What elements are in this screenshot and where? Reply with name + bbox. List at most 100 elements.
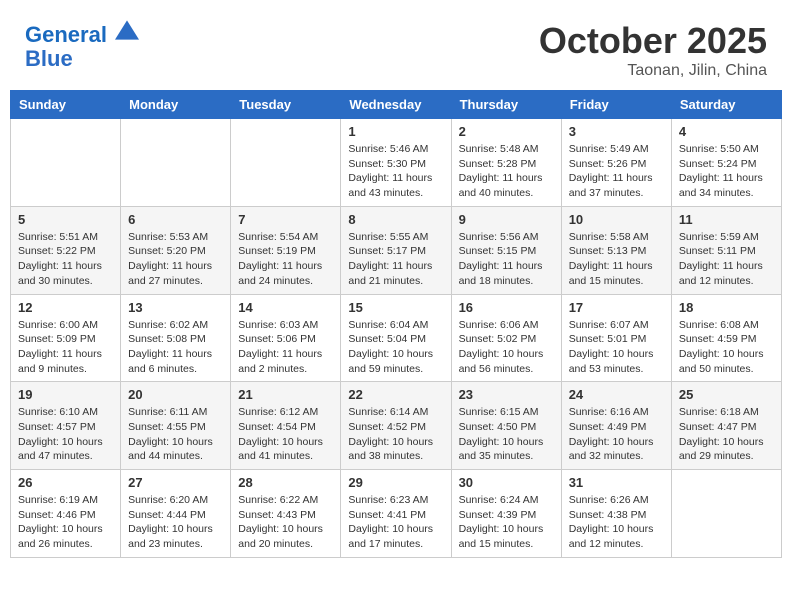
logo: General Blue <box>25 20 139 71</box>
calendar-cell: 8Sunrise: 5:55 AM Sunset: 5:17 PM Daylig… <box>341 206 451 294</box>
weekday-header-saturday: Saturday <box>671 91 781 119</box>
calendar-cell: 9 Sunrise: 5:56 AM Sunset: 5:15 PM Daylig… <box>451 206 561 294</box>
weekday-header-friday: Friday <box>561 91 671 119</box>
calendar-cell: 16Sunrise: 6:06 AM Sunset: 5:02 PM Dayli… <box>451 294 561 382</box>
day-number: 19 <box>18 387 113 402</box>
day-info: Sunrise: 6:14 AM Sunset: 4:52 PM Dayligh… <box>348 405 443 464</box>
day-number: 7 <box>238 212 333 227</box>
calendar-cell <box>231 119 341 207</box>
day-number: 24 <box>569 387 664 402</box>
month-title: October 2025 <box>539 20 767 62</box>
calendar-cell: 11Sunrise: 5:59 AM Sunset: 5:11 PM Dayli… <box>671 206 781 294</box>
day-info: Sunrise: 5:48 AM Sunset: 5:28 PM Dayligh… <box>459 142 554 201</box>
day-number: 16 <box>459 300 554 315</box>
calendar-table: SundayMondayTuesdayWednesdayThursdayFrid… <box>10 90 782 558</box>
day-info: Sunrise: 6:16 AM Sunset: 4:49 PM Dayligh… <box>569 405 664 464</box>
day-number: 18 <box>679 300 774 315</box>
day-number: 27 <box>128 475 223 490</box>
calendar-cell: 19 Sunrise: 6:10 AM Sunset: 4:57 PM Dayli… <box>11 382 121 470</box>
day-info: Sunrise: 6:08 AM Sunset: 4:59 PM Dayligh… <box>679 318 774 377</box>
weekday-header-sunday: Sunday <box>11 91 121 119</box>
day-number: 4 <box>679 124 774 139</box>
calendar-cell: 28 Sunrise: 6:22 AM Sunset: 4:43 PM Dayli… <box>231 470 341 558</box>
logo-general: General <box>25 22 107 47</box>
calendar-cell: 24 Sunrise: 6:16 AM Sunset: 4:49 PM Dayli… <box>561 382 671 470</box>
day-info: Sunrise: 6:20 AM Sunset: 4:44 PM Dayligh… <box>128 493 223 552</box>
calendar-week-3: 12 Sunrise: 6:00 AM Sunset: 5:09 PM Dayli… <box>11 294 782 382</box>
day-info: Sunrise: 5:56 AM Sunset: 5:15 PM Dayligh… <box>459 230 554 289</box>
calendar-cell: 17Sunrise: 6:07 AM Sunset: 5:01 PM Dayli… <box>561 294 671 382</box>
calendar-cell: 1Sunrise: 5:46 AM Sunset: 5:30 PM Daylig… <box>341 119 451 207</box>
day-number: 23 <box>459 387 554 402</box>
day-number: 6 <box>128 212 223 227</box>
calendar-week-1: 1Sunrise: 5:46 AM Sunset: 5:30 PM Daylig… <box>11 119 782 207</box>
day-number: 9 <box>459 212 554 227</box>
calendar-cell: 14 Sunrise: 6:03 AM Sunset: 5:06 PM Dayli… <box>231 294 341 382</box>
calendar-cell: 25 Sunrise: 6:18 AM Sunset: 4:47 PM Dayli… <box>671 382 781 470</box>
calendar-cell: 20 Sunrise: 6:11 AM Sunset: 4:55 PM Dayli… <box>121 382 231 470</box>
calendar-cell: 26 Sunrise: 6:19 AM Sunset: 4:46 PM Dayli… <box>11 470 121 558</box>
day-number: 28 <box>238 475 333 490</box>
calendar-cell: 4 Sunrise: 5:50 AM Sunset: 5:24 PM Daylig… <box>671 119 781 207</box>
calendar-cell <box>671 470 781 558</box>
day-info: Sunrise: 5:55 AM Sunset: 5:17 PM Dayligh… <box>348 230 443 289</box>
day-number: 12 <box>18 300 113 315</box>
day-info: Sunrise: 6:18 AM Sunset: 4:47 PM Dayligh… <box>679 405 774 464</box>
day-number: 22 <box>348 387 443 402</box>
day-info: Sunrise: 6:10 AM Sunset: 4:57 PM Dayligh… <box>18 405 113 464</box>
day-number: 11 <box>679 212 774 227</box>
day-number: 3 <box>569 124 664 139</box>
day-info: Sunrise: 6:07 AM Sunset: 5:01 PM Dayligh… <box>569 318 664 377</box>
day-number: 5 <box>18 212 113 227</box>
day-info: Sunrise: 6:23 AM Sunset: 4:41 PM Dayligh… <box>348 493 443 552</box>
calendar-cell: 29Sunrise: 6:23 AM Sunset: 4:41 PM Dayli… <box>341 470 451 558</box>
day-info: Sunrise: 6:19 AM Sunset: 4:46 PM Dayligh… <box>18 493 113 552</box>
weekday-header-monday: Monday <box>121 91 231 119</box>
calendar-cell: 3 Sunrise: 5:49 AM Sunset: 5:26 PM Daylig… <box>561 119 671 207</box>
calendar-cell: 21Sunrise: 6:12 AM Sunset: 4:54 PM Dayli… <box>231 382 341 470</box>
day-number: 10 <box>569 212 664 227</box>
day-number: 25 <box>679 387 774 402</box>
location-title: Taonan, Jilin, China <box>539 62 767 80</box>
logo-text: General <box>25 20 139 47</box>
weekday-header-thursday: Thursday <box>451 91 561 119</box>
calendar-cell: 23 Sunrise: 6:15 AM Sunset: 4:50 PM Dayli… <box>451 382 561 470</box>
day-info: Sunrise: 5:51 AM Sunset: 5:22 PM Dayligh… <box>18 230 113 289</box>
weekday-header-wednesday: Wednesday <box>341 91 451 119</box>
day-number: 20 <box>128 387 223 402</box>
day-info: Sunrise: 6:15 AM Sunset: 4:50 PM Dayligh… <box>459 405 554 464</box>
logo-icon <box>115 20 139 40</box>
day-number: 26 <box>18 475 113 490</box>
day-info: Sunrise: 5:50 AM Sunset: 5:24 PM Dayligh… <box>679 142 774 201</box>
day-info: Sunrise: 6:11 AM Sunset: 4:55 PM Dayligh… <box>128 405 223 464</box>
day-info: Sunrise: 5:49 AM Sunset: 5:26 PM Dayligh… <box>569 142 664 201</box>
day-number: 21 <box>238 387 333 402</box>
day-info: Sunrise: 6:00 AM Sunset: 5:09 PM Dayligh… <box>18 318 113 377</box>
calendar-cell: 6 Sunrise: 5:53 AM Sunset: 5:20 PM Daylig… <box>121 206 231 294</box>
day-info: Sunrise: 6:03 AM Sunset: 5:06 PM Dayligh… <box>238 318 333 377</box>
day-number: 15 <box>348 300 443 315</box>
calendar-cell: 30Sunrise: 6:24 AM Sunset: 4:39 PM Dayli… <box>451 470 561 558</box>
day-info: Sunrise: 5:58 AM Sunset: 5:13 PM Dayligh… <box>569 230 664 289</box>
day-number: 31 <box>569 475 664 490</box>
calendar-cell: 5 Sunrise: 5:51 AM Sunset: 5:22 PM Daylig… <box>11 206 121 294</box>
calendar-cell: 12 Sunrise: 6:00 AM Sunset: 5:09 PM Dayli… <box>11 294 121 382</box>
day-number: 14 <box>238 300 333 315</box>
calendar-cell: 15 Sunrise: 6:04 AM Sunset: 5:04 PM Dayli… <box>341 294 451 382</box>
page-header: General Blue October 2025 Taonan, Jilin,… <box>10 10 782 85</box>
weekday-header-tuesday: Tuesday <box>231 91 341 119</box>
calendar-week-2: 5 Sunrise: 5:51 AM Sunset: 5:22 PM Daylig… <box>11 206 782 294</box>
weekday-header-row: SundayMondayTuesdayWednesdayThursdayFrid… <box>11 91 782 119</box>
day-info: Sunrise: 6:22 AM Sunset: 4:43 PM Dayligh… <box>238 493 333 552</box>
title-block: October 2025 Taonan, Jilin, China <box>539 20 767 80</box>
day-info: Sunrise: 5:53 AM Sunset: 5:20 PM Dayligh… <box>128 230 223 289</box>
day-number: 13 <box>128 300 223 315</box>
calendar-cell <box>11 119 121 207</box>
calendar-cell: 10 Sunrise: 5:58 AM Sunset: 5:13 PM Dayli… <box>561 206 671 294</box>
day-info: Sunrise: 5:46 AM Sunset: 5:30 PM Dayligh… <box>348 142 443 201</box>
calendar-week-5: 26 Sunrise: 6:19 AM Sunset: 4:46 PM Dayli… <box>11 470 782 558</box>
calendar-cell: 27 Sunrise: 6:20 AM Sunset: 4:44 PM Dayli… <box>121 470 231 558</box>
day-info: Sunrise: 6:04 AM Sunset: 5:04 PM Dayligh… <box>348 318 443 377</box>
calendar-cell: 22 Sunrise: 6:14 AM Sunset: 4:52 PM Dayli… <box>341 382 451 470</box>
day-number: 30 <box>459 475 554 490</box>
